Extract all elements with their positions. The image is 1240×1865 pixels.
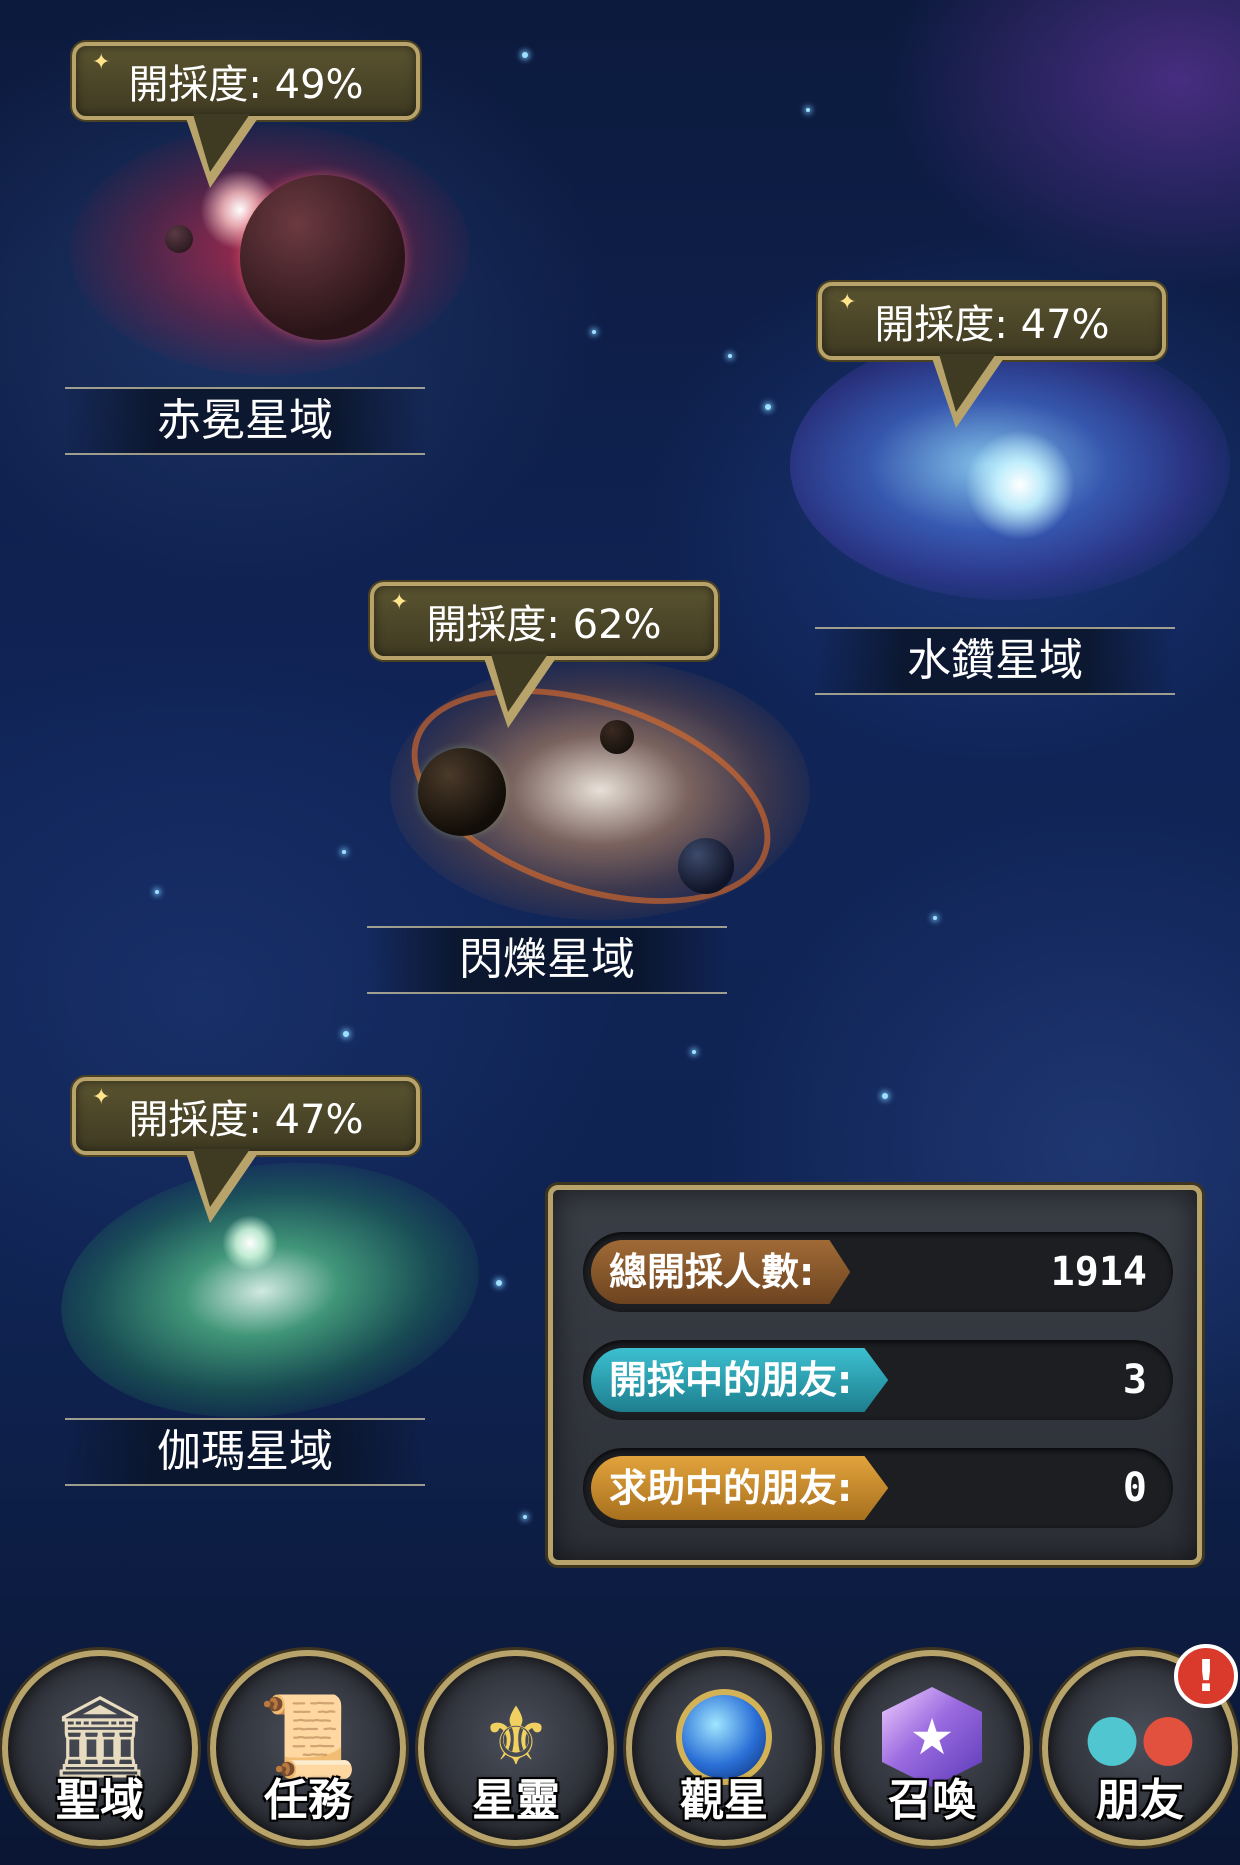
planet-large bbox=[418, 748, 506, 836]
total-miners-value: 1914 bbox=[1050, 1249, 1147, 1295]
friends-mining-value: 3 bbox=[1122, 1357, 1147, 1403]
region-label-gamma[interactable]: 伽瑪星域 bbox=[65, 1418, 425, 1486]
friends-help-label: 求助中的朋友: bbox=[591, 1456, 889, 1520]
progress-label: 開採度: bbox=[426, 602, 573, 648]
star-decoration bbox=[496, 1280, 502, 1286]
star-decoration bbox=[933, 916, 937, 920]
progress-bubble-crimson: ✦ 開採度: 49% bbox=[72, 42, 420, 188]
planet-small-bottom bbox=[678, 838, 734, 894]
nav-spirit-button[interactable]: ⚜ 星靈 bbox=[418, 1650, 614, 1846]
progress-bubble-gamma: ✦ 開採度: 47% bbox=[72, 1077, 420, 1223]
small-moon bbox=[165, 225, 193, 253]
region-label-crimson[interactable]: 赤冕星域 bbox=[65, 387, 425, 455]
progress-value: 47% bbox=[1020, 302, 1110, 348]
progress-value: 47% bbox=[274, 1097, 364, 1143]
sparkle-icon: ✦ bbox=[92, 1085, 111, 1110]
progress-label: 開採度: bbox=[874, 302, 1021, 348]
total-miners-label: 總開採人數: bbox=[591, 1240, 851, 1304]
sparkle-icon: ✦ bbox=[838, 290, 857, 315]
star-decoration bbox=[765, 404, 771, 410]
nav-label: 朋友 bbox=[1096, 1775, 1184, 1826]
nav-label: 聖域 bbox=[56, 1775, 144, 1826]
friends-mining-row: 開採中的朋友: 3 bbox=[583, 1340, 1173, 1420]
planet-small-top bbox=[600, 720, 634, 754]
sparkle-icon: ✦ bbox=[92, 50, 111, 75]
bottom-navigation: 🏛 聖域 📜 任務 ⚜ 星靈 觀星 ★ 召喚 ●● 朋友 ! bbox=[0, 1644, 1240, 1865]
nav-sanctuary-button[interactable]: 🏛 聖域 bbox=[2, 1650, 198, 1846]
nav-summon-button[interactable]: ★ 召喚 bbox=[834, 1650, 1030, 1846]
friends-help-value: 0 bbox=[1122, 1465, 1147, 1511]
sparkle-icon: ✦ bbox=[390, 590, 409, 615]
nav-label: 星靈 bbox=[472, 1775, 560, 1826]
mining-stats-panel: 總開採人數: 1914 開採中的朋友: 3 求助中的朋友: 0 bbox=[548, 1185, 1202, 1565]
friends-mining-label: 開採中的朋友: bbox=[591, 1348, 889, 1412]
blue-core-glow bbox=[965, 430, 1075, 540]
star-decoration bbox=[806, 108, 810, 112]
progress-value: 49% bbox=[274, 62, 364, 108]
region-label-diamond[interactable]: 水鑽星域 bbox=[815, 627, 1175, 695]
nav-friends-button[interactable]: ●● 朋友 ! bbox=[1042, 1644, 1238, 1846]
nav-stargazing-button[interactable]: 觀星 bbox=[626, 1650, 822, 1846]
nav-mission-button[interactable]: 📜 任務 bbox=[210, 1650, 406, 1846]
star-decoration bbox=[592, 330, 596, 334]
dark-planet bbox=[240, 175, 405, 340]
progress-bubble-sparkle: ✦ 開採度: 62% bbox=[370, 582, 718, 728]
green-galaxy[interactable] bbox=[44, 1136, 496, 1444]
star-decoration bbox=[728, 354, 732, 358]
star-decoration bbox=[523, 1515, 527, 1519]
progress-label: 開採度: bbox=[128, 62, 275, 108]
progress-label: 開採度: bbox=[128, 1097, 275, 1143]
nav-label: 召喚 bbox=[888, 1775, 976, 1826]
nav-label: 觀星 bbox=[680, 1775, 768, 1826]
progress-bubble-diamond: ✦ 開採度: 47% bbox=[818, 282, 1166, 428]
friends-help-row: 求助中的朋友: 0 bbox=[583, 1448, 1173, 1528]
star-decoration bbox=[522, 52, 528, 58]
alert-badge: ! bbox=[1174, 1644, 1238, 1708]
star-decoration bbox=[882, 1093, 888, 1099]
total-miners-row: 總開採人數: 1914 bbox=[583, 1232, 1173, 1312]
green-core-glow bbox=[222, 1215, 278, 1271]
progress-value: 62% bbox=[572, 602, 662, 648]
region-label-sparkle[interactable]: 閃爍星域 bbox=[367, 926, 727, 994]
star-decoration bbox=[155, 890, 159, 894]
nav-label: 任務 bbox=[264, 1775, 352, 1826]
star-decoration bbox=[692, 1050, 696, 1054]
star-decoration bbox=[342, 850, 346, 854]
star-decoration bbox=[343, 1031, 349, 1037]
